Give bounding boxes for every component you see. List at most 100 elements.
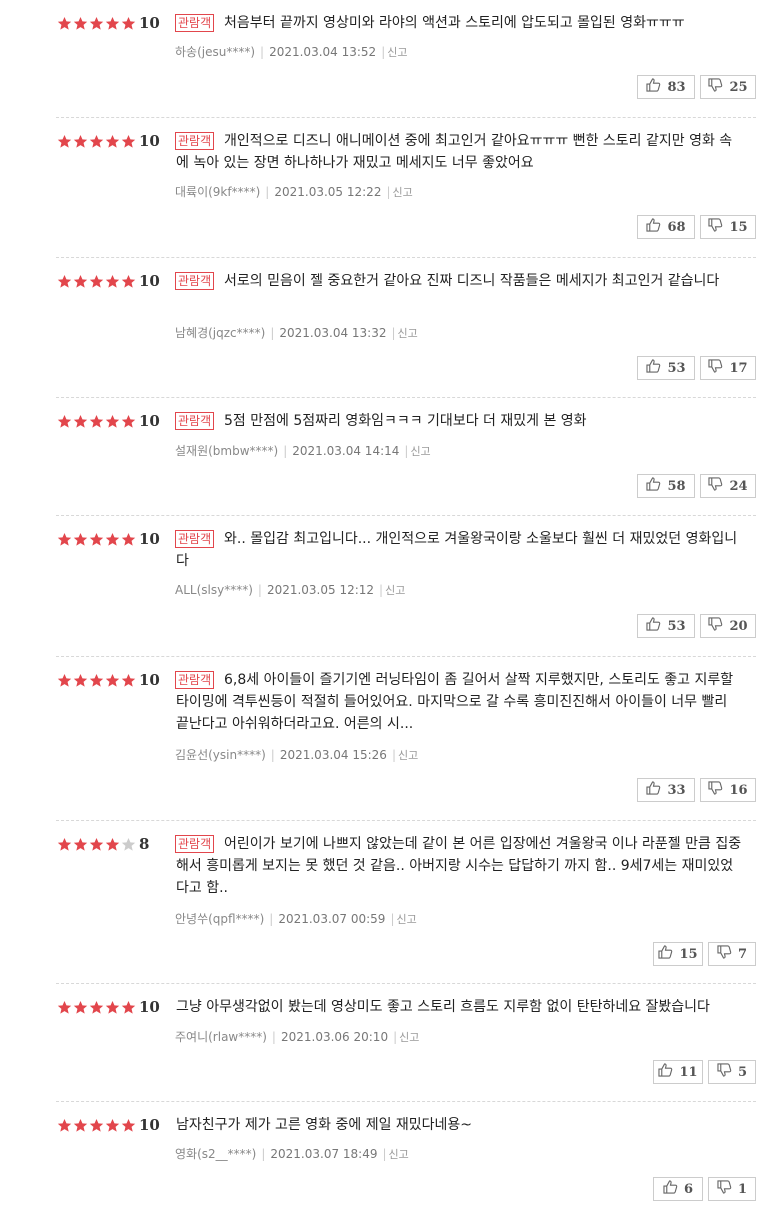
review-item: 10 관람객 서로의 믿음이 젤 중요한거 같아요 진짜 디즈니 작품들은 메세지가… — [56, 272, 756, 382]
review-author[interactable]: 주여니(rlaw****) — [175, 1030, 267, 1044]
meta-separator: | — [271, 1030, 276, 1044]
meta-separator: | — [265, 185, 270, 199]
like-count: 6 — [683, 1181, 694, 1197]
review-author[interactable]: ALL(slsy****) — [175, 583, 253, 597]
review-text: 그냥 아무생각없이 봤는데 영상미도 좋고 스토리 흐름도 지루함 없이 탄탄하… — [176, 999, 710, 1015]
star-icon — [89, 837, 104, 852]
dislike-button[interactable]: 5 — [708, 1060, 756, 1084]
like-button[interactable]: 83 — [637, 75, 695, 99]
like-button[interactable]: 11 — [653, 1060, 703, 1084]
star-icon — [121, 134, 136, 149]
star-icon — [89, 274, 104, 289]
star-rating — [57, 414, 136, 429]
review-meta: 안녕쑤(qpfl****) | 2021.03.07 00:59 | 신고 — [175, 910, 417, 927]
star-icon — [121, 274, 136, 289]
star-rating — [57, 837, 136, 852]
like-count: 58 — [667, 478, 686, 494]
review-score: 10 — [139, 671, 160, 689]
review-meta: 주여니(rlaw****) | 2021.03.06 20:10 | 신고 — [175, 1028, 419, 1045]
thumbs-down-icon — [717, 945, 738, 963]
dislike-button[interactable]: 7 — [708, 942, 756, 966]
star-icon — [89, 134, 104, 149]
star-icon — [73, 1118, 88, 1133]
review-author[interactable]: 설재원(bmbw****) — [175, 444, 278, 458]
like-button[interactable]: 53 — [637, 614, 695, 638]
star-icon — [73, 837, 88, 852]
dislike-button[interactable]: 20 — [700, 614, 756, 638]
like-count: 11 — [679, 1064, 698, 1080]
report-link[interactable]: 신고 — [387, 46, 407, 59]
like-button[interactable]: 33 — [637, 778, 695, 802]
meta-separator: | — [386, 185, 391, 199]
star-icon — [105, 274, 120, 289]
meta-separator: | — [391, 748, 396, 762]
review-score: 10 — [139, 412, 160, 430]
review-author[interactable]: 안녕쑤(qpfl****) — [175, 912, 264, 926]
review-score: 10 — [139, 272, 160, 290]
like-button[interactable]: 6 — [653, 1177, 703, 1201]
review-divider — [56, 656, 756, 657]
like-button[interactable]: 58 — [637, 474, 695, 498]
meta-separator: | — [270, 326, 275, 340]
like-button[interactable]: 53 — [637, 356, 695, 380]
review-date: 2021.03.05 12:12 — [266, 583, 375, 597]
report-link[interactable]: 신고 — [398, 327, 418, 340]
review-author[interactable]: 하송(jesu****) — [175, 45, 255, 59]
report-link[interactable]: 신고 — [410, 445, 430, 458]
like-button[interactable]: 68 — [637, 215, 695, 239]
review-text: 처음부터 끝까지 영상미와 라야의 액션과 스토리에 압도되고 몰입된 영화ㅠㅠ… — [224, 15, 685, 31]
star-icon — [105, 532, 120, 547]
thumbs-down-icon — [708, 78, 729, 96]
like-count: 53 — [667, 618, 686, 634]
review-author[interactable]: 남혜경(jqzc****) — [175, 326, 265, 340]
review-author[interactable]: 김윤선(ysin****) — [175, 748, 266, 762]
star-icon — [105, 837, 120, 852]
review-author[interactable]: 대륙이(9kf****) — [175, 185, 260, 199]
star-icon — [89, 1000, 104, 1015]
review-author[interactable]: 영화(s2__****) — [175, 1147, 256, 1161]
review-meta: 하송(jesu****) | 2021.03.04 13:52 | 신고 — [175, 43, 407, 60]
review-date: 2021.03.04 15:26 — [279, 748, 387, 762]
star-icon — [105, 134, 120, 149]
meta-separator: | — [260, 45, 265, 59]
meta-separator: | — [382, 1147, 387, 1161]
review-divider — [56, 820, 756, 821]
dislike-button[interactable]: 24 — [700, 474, 756, 498]
like-count: 68 — [667, 219, 686, 235]
review-date: 2021.03.07 18:49 — [270, 1147, 378, 1161]
star-icon — [73, 532, 88, 547]
dislike-button[interactable]: 1 — [708, 1177, 756, 1201]
thumbs-up-icon — [663, 1180, 684, 1198]
star-icon — [121, 532, 136, 547]
report-link[interactable]: 신고 — [398, 749, 418, 762]
thumbs-down-icon — [717, 1063, 738, 1081]
star-icon — [57, 1118, 72, 1133]
like-count: 33 — [667, 782, 686, 798]
meta-separator: | — [393, 1030, 398, 1044]
review-score: 10 — [139, 132, 160, 150]
review-score: 10 — [139, 998, 160, 1016]
like-button[interactable]: 15 — [653, 942, 703, 966]
meta-separator: | — [381, 45, 386, 59]
report-link[interactable]: 신고 — [385, 584, 405, 597]
star-icon — [105, 673, 120, 688]
review-item: 10 관람객 6,8세 아이들이 즐기기엔 러닝타임이 좀 길어서 살짝 지루했지만… — [56, 671, 756, 804]
dislike-button[interactable]: 17 — [700, 356, 756, 380]
dislike-count: 7 — [737, 946, 748, 962]
dislike-button[interactable]: 25 — [700, 75, 756, 99]
report-link[interactable]: 신고 — [389, 1148, 409, 1161]
report-link[interactable]: 신고 — [393, 186, 413, 199]
star-icon — [73, 274, 88, 289]
review-meta: 김윤선(ysin****) | 2021.03.04 15:26 | 신고 — [175, 746, 418, 763]
star-icon — [57, 134, 72, 149]
star-rating — [57, 532, 136, 547]
star-icon — [121, 1118, 136, 1133]
dislike-button[interactable]: 16 — [700, 778, 756, 802]
report-link[interactable]: 신고 — [399, 1031, 419, 1044]
review-divider — [56, 257, 756, 258]
report-link[interactable]: 신고 — [396, 913, 416, 926]
dislike-button[interactable]: 15 — [700, 215, 756, 239]
review-date: 2021.03.04 13:52 — [269, 45, 377, 59]
star-icon — [121, 16, 136, 31]
review-date: 2021.03.06 20:10 — [280, 1030, 389, 1044]
